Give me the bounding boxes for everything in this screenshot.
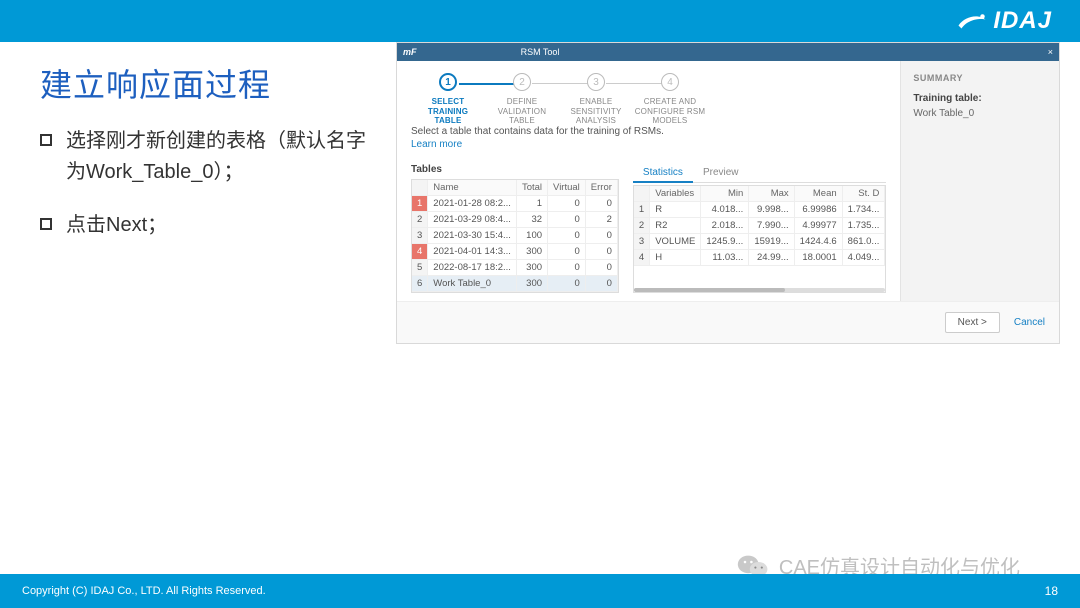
close-icon[interactable]: × [1048, 47, 1053, 57]
page-number: 18 [1045, 584, 1058, 598]
table-row[interactable]: 2R22.018...7.990...4.999771.735... [634, 217, 885, 233]
wizard-step-2[interactable]: 2 DEFINEVALIDATIONTABLE [485, 73, 559, 126]
tables-label: Tables [411, 164, 619, 175]
stats-tabs: Statistics Preview [633, 164, 886, 183]
table-row[interactable]: 6Work Table_030000 [412, 275, 617, 291]
wizard-footer: Next > Cancel [397, 301, 1059, 343]
brand-logo: IDAJ [957, 7, 1052, 35]
copyright-text: Copyright (C) IDAJ Co., LTD. All Rights … [22, 585, 266, 597]
summary-header: SUMMARY [913, 73, 1047, 83]
step-circle: 2 [513, 73, 531, 91]
summary-pane: SUMMARY Training table: Work Table_0 [900, 61, 1059, 301]
table-row[interactable]: 22021-03-29 08:4...3202 [412, 211, 617, 227]
table-row[interactable]: 3VOLUME1245.9...15919...1424.4.6861.0... [634, 233, 885, 249]
wizard-stepper: 1 SELECTTRAININGTABLE 2 DEFINEVALIDATIONTAB… [411, 73, 886, 126]
horizontal-scrollbar[interactable] [634, 288, 885, 292]
slide-text-pane: 建立响应面过程 选择刚才新创建的表格（默认名字为Work_Table_0）； 点… [0, 42, 396, 554]
window-title: RSM Tool [521, 47, 560, 57]
table-row[interactable]: 1R4.018...9.998...6.999861.734... [634, 201, 885, 217]
rsm-tool-window: mF RSM Tool × 1 SELECTTRAININGTABLE 2 DEFIN… [396, 42, 1060, 344]
tables-panel: Tables NameTotalVirtualError12021-01-28 … [411, 164, 619, 293]
table-row[interactable]: 42021-04-01 14:3...30000 [412, 243, 617, 259]
bullet-2-text: 点击Next； [66, 210, 167, 241]
cancel-button[interactable]: Cancel [1014, 317, 1045, 328]
bullet-1: 选择刚才新创建的表格（默认名字为Work_Table_0）； [40, 126, 372, 188]
learn-more-link[interactable]: Learn more [411, 139, 886, 150]
slide-header: IDAJ [0, 0, 1080, 42]
table-row[interactable]: 4H11.03...24.99...18.00014.049... [634, 249, 885, 265]
step-label: SELECTTRAININGTABLE [428, 97, 468, 126]
app-badge: mF [403, 47, 417, 57]
stats-panel: Statistics Preview VariablesMinMaxMeanSt… [633, 164, 886, 293]
window-titlebar[interactable]: mF RSM Tool × [397, 43, 1059, 61]
wizard-step-1[interactable]: 1 SELECTTRAININGTABLE [411, 73, 485, 126]
tab-statistics[interactable]: Statistics [633, 164, 693, 183]
step-circle: 1 [439, 73, 457, 91]
tab-preview[interactable]: Preview [693, 164, 749, 182]
step-label: CREATE ANDCONFIGURE RSMMODELS [635, 97, 706, 126]
instruction-text: Select a table that contains data for th… [411, 126, 886, 137]
bullet-square-icon [40, 134, 52, 146]
brand-text: IDAJ [993, 7, 1052, 35]
table-row[interactable]: 52022-08-17 18:2...30000 [412, 259, 617, 275]
tables-grid[interactable]: NameTotalVirtualError12021-01-28 08:2...… [411, 179, 619, 293]
bullet-1-text: 选择刚才新创建的表格（默认名字为Work_Table_0）； [66, 126, 372, 188]
slide-footer: Copyright (C) IDAJ Co., LTD. All Rights … [0, 574, 1080, 608]
bullet-2: 点击Next； [40, 210, 372, 241]
table-row[interactable]: 32021-03-30 15:4...10000 [412, 227, 617, 243]
step-circle: 3 [587, 73, 605, 91]
table-row[interactable]: 12021-01-28 08:2...100 [412, 195, 617, 211]
wizard-step-3[interactable]: 3 ENABLESENSITIVITYANALYSIS [559, 73, 633, 126]
bullet-square-icon [40, 218, 52, 230]
stats-grid[interactable]: VariablesMinMaxMeanSt. D1R4.018...9.998.… [633, 185, 886, 293]
summary-training-value: Work Table_0 [913, 108, 1047, 119]
logo-swoosh-icon [957, 11, 987, 31]
slide-title: 建立响应面过程 [40, 60, 372, 106]
wizard-step-4[interactable]: 4 CREATE ANDCONFIGURE RSMMODELS [633, 73, 707, 126]
step-label: DEFINEVALIDATIONTABLE [498, 97, 546, 126]
next-button[interactable]: Next > [945, 312, 1000, 333]
step-circle: 4 [661, 73, 679, 91]
summary-training-label: Training table: [913, 93, 1047, 104]
step-label: ENABLESENSITIVITYANALYSIS [570, 97, 621, 126]
